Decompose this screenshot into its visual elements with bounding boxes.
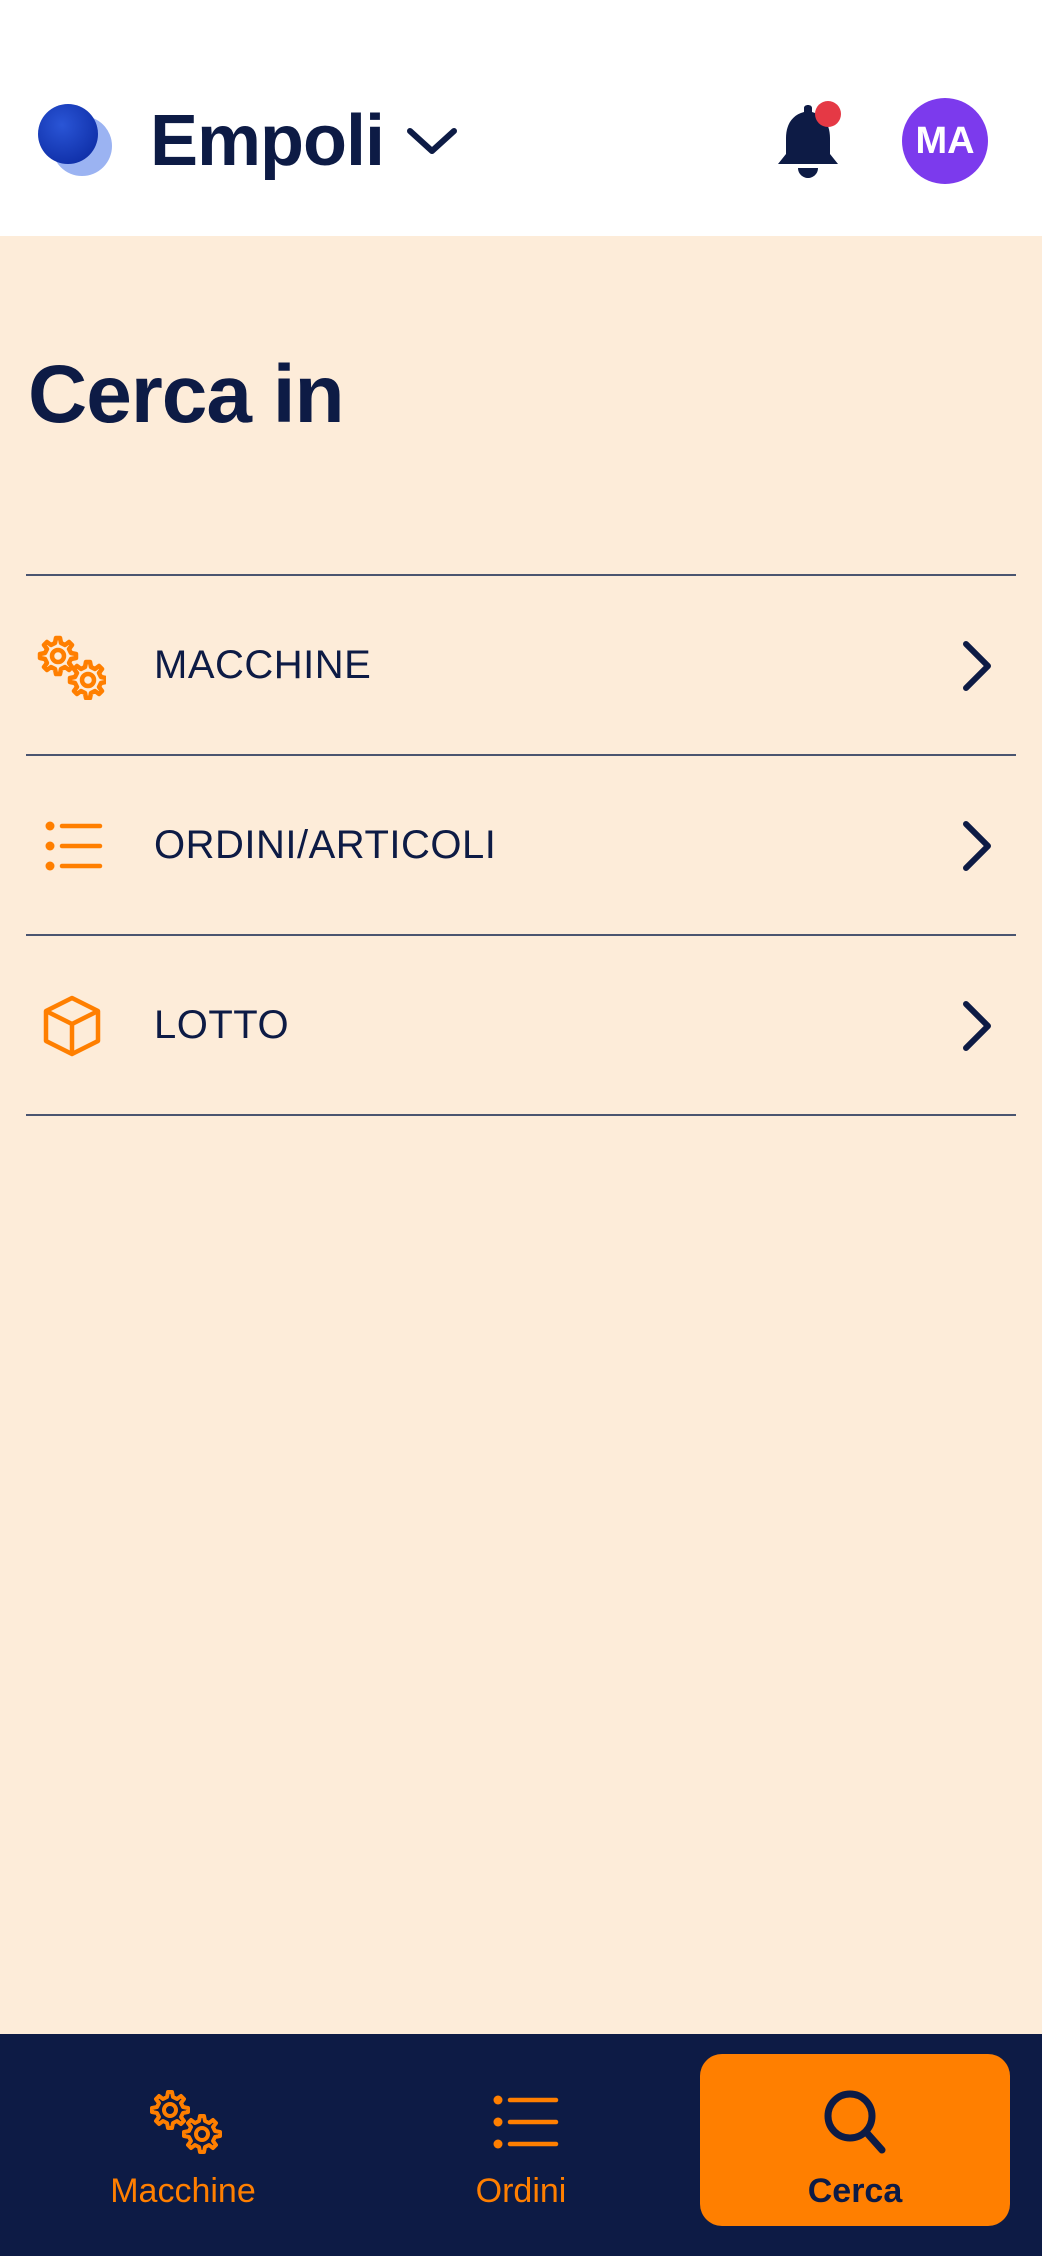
avatar[interactable]: MA (902, 98, 988, 184)
notification-dot (815, 101, 841, 127)
menu-item-macchine[interactable]: MACCHINE (26, 576, 1016, 756)
nav-tab-ordini[interactable]: Ordini (366, 2054, 676, 2226)
chevron-right-icon (963, 1001, 991, 1051)
chevron-right-icon (963, 641, 991, 691)
app-root: Empoli MA Cerca in MACCHINE ORDINI/ARTIC… (0, 0, 1042, 2256)
page-title: Cerca in (28, 349, 345, 440)
nav-label: Macchine (110, 2172, 256, 2210)
site-selector[interactable]: Empoli (150, 96, 458, 186)
menu-item-label: MACCHINE (154, 642, 372, 687)
gears-icon (37, 635, 106, 700)
top-header: Empoli MA (0, 0, 1042, 236)
gears-icon (150, 2090, 222, 2154)
list-icon (45, 821, 103, 871)
nav-tab-cerca[interactable]: Cerca (700, 2054, 1010, 2226)
bell-icon[interactable] (770, 100, 846, 180)
app-logo (38, 104, 112, 176)
menu-item-label: LOTTO (154, 1002, 290, 1047)
site-name: Empoli (150, 101, 385, 181)
nav-tab-macchine[interactable]: Macchine (28, 2054, 338, 2226)
avatar-initials: MA (915, 119, 975, 162)
search-category-list: MACCHINE ORDINI/ARTICOLI LOTTO (26, 574, 1016, 1116)
chevron-right-icon (963, 821, 991, 871)
nav-label: Cerca (807, 2172, 903, 2210)
menu-item-ordini-articoli[interactable]: ORDINI/ARTICOLI (26, 756, 1016, 936)
bottom-nav: Macchine Ordini Cerca (0, 2034, 1042, 2256)
box-icon (43, 995, 101, 1057)
chevron-down-icon (407, 128, 458, 154)
menu-item-lotto[interactable]: LOTTO (26, 936, 1016, 1116)
list-icon (493, 2095, 559, 2149)
menu-item-label: ORDINI/ARTICOLI (154, 822, 497, 867)
search-icon (824, 2090, 886, 2154)
nav-label: Ordini (475, 2172, 567, 2210)
